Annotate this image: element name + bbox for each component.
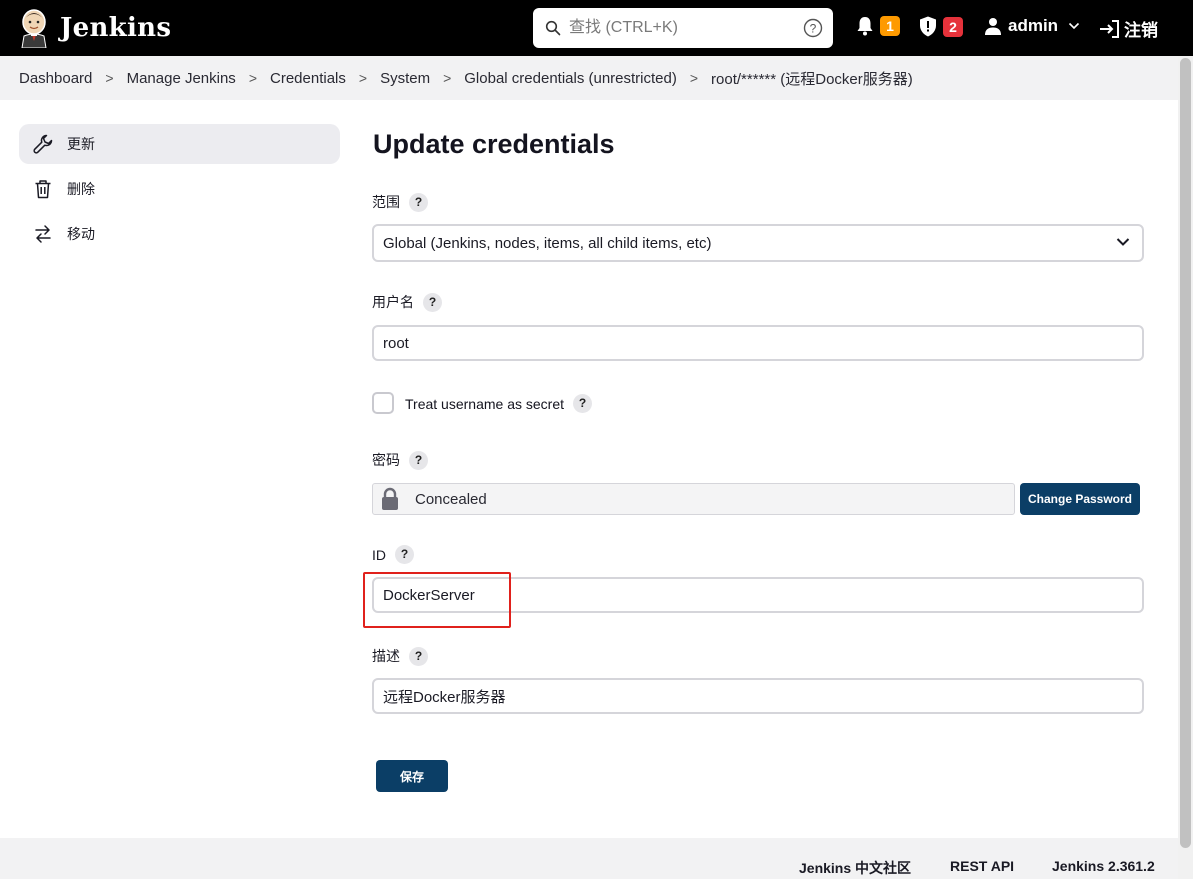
search-box[interactable]: ? xyxy=(533,8,833,48)
change-password-button[interactable]: Change Password xyxy=(1020,483,1140,515)
footer-link-rest-api[interactable]: REST API xyxy=(950,858,1014,874)
security-button[interactable]: 2 xyxy=(919,16,963,37)
top-header: Jenkins ? 1 2 admin xyxy=(0,0,1193,56)
help-icon[interactable]: ? xyxy=(409,192,428,212)
logout-button[interactable]: 注销 xyxy=(1098,16,1158,41)
description-field[interactable] xyxy=(372,678,1144,714)
help-icon[interactable]: ? xyxy=(423,292,442,312)
search-icon xyxy=(545,20,561,36)
help-icon[interactable]: ? xyxy=(395,545,414,564)
jenkins-butler-icon xyxy=(21,9,47,48)
breadcrumb: Dashboard > Manage Jenkins > Credentials… xyxy=(0,56,1178,100)
sidebar-item-label: 更新 xyxy=(67,136,95,152)
username-field[interactable] xyxy=(372,325,1144,361)
svg-text:?: ? xyxy=(810,22,817,36)
sidebar-item-label: 删除 xyxy=(67,181,95,197)
chevron-right-icon: > xyxy=(105,70,114,86)
password-label-text: 密码 xyxy=(372,452,400,468)
user-menu[interactable]: admin xyxy=(984,16,1080,36)
username-label-text: 用户名 xyxy=(372,294,414,310)
sidebar-item-label: 移动 xyxy=(67,226,95,242)
breadcrumb-dashboard[interactable]: Dashboard xyxy=(19,70,92,87)
user-name: admin xyxy=(1008,16,1059,35)
help-icon[interactable]: ? xyxy=(409,646,428,666)
user-icon xyxy=(985,18,1001,35)
lock-icon xyxy=(382,487,398,510)
footer-link-version[interactable]: Jenkins 2.361.2 xyxy=(1052,858,1155,874)
chevron-down-icon xyxy=(1116,238,1130,246)
scope-label-text: 范围 xyxy=(372,194,400,210)
breadcrumb-global-credentials[interactable]: Global credentials (unrestricted) xyxy=(464,70,677,87)
password-label: 密码 ? xyxy=(372,450,428,470)
username-label: 用户名 ? xyxy=(372,292,442,312)
sidebar-item-update[interactable]: 更新 xyxy=(19,124,340,164)
scope-select[interactable]: Global (Jenkins, nodes, items, all child… xyxy=(372,224,1144,262)
scope-label: 范围 ? xyxy=(372,192,428,212)
scope-selected-value: Global (Jenkins, nodes, items, all child… xyxy=(383,234,712,252)
help-icon[interactable]: ? xyxy=(409,450,428,470)
chevron-down-icon xyxy=(1068,22,1080,30)
id-label: ID ? xyxy=(372,545,414,564)
jenkins-logo[interactable]: Jenkins xyxy=(18,8,171,48)
chevron-right-icon: > xyxy=(689,70,699,86)
checkbox-label-text: Treat username as secret xyxy=(405,395,564,412)
swap-icon xyxy=(35,225,51,243)
search-input[interactable] xyxy=(569,8,789,48)
app-name: Jenkins xyxy=(60,13,172,43)
breadcrumb-credentials[interactable]: Credentials xyxy=(270,70,346,87)
logout-label: 注销 xyxy=(1124,21,1158,40)
trash-icon xyxy=(35,180,51,199)
notifications-badge: 1 xyxy=(880,16,900,36)
notifications-button[interactable]: 1 xyxy=(856,16,900,36)
chevron-right-icon: > xyxy=(248,70,257,86)
treat-username-secret-label: Treat username as secret ? xyxy=(405,394,592,413)
treat-username-secret-checkbox[interactable] xyxy=(372,392,394,414)
breadcrumb-system[interactable]: System xyxy=(380,70,430,87)
wrench-icon xyxy=(33,134,53,154)
page-title: Update credentials xyxy=(373,129,615,159)
sidebar-item-delete[interactable]: 删除 xyxy=(19,169,340,209)
password-concealed-field: Concealed xyxy=(372,483,1015,515)
chevron-right-icon: > xyxy=(443,70,452,86)
security-badge: 2 xyxy=(943,16,963,37)
description-label: 描述 ? xyxy=(372,646,428,666)
help-icon[interactable]: ? xyxy=(573,394,592,413)
sidebar-item-move[interactable]: 移动 xyxy=(19,214,340,254)
breadcrumb-manage-jenkins[interactable]: Manage Jenkins xyxy=(127,70,236,87)
bell-icon xyxy=(857,17,873,36)
scrollbar-thumb[interactable] xyxy=(1180,58,1191,848)
save-button[interactable]: 保存 xyxy=(376,760,448,792)
id-field[interactable] xyxy=(372,577,1144,613)
breadcrumb-current-credential[interactable]: root/****** (远程Docker服务器) xyxy=(711,68,913,89)
chevron-right-icon: > xyxy=(358,70,368,86)
description-label-text: 描述 xyxy=(372,648,400,664)
search-help-icon[interactable]: ? xyxy=(803,18,823,38)
shield-icon xyxy=(920,16,936,37)
password-state: Concealed xyxy=(415,490,487,508)
logout-icon xyxy=(1100,19,1119,38)
footer-link-community[interactable]: Jenkins 中文社区 xyxy=(799,858,911,878)
id-label-text: ID xyxy=(372,546,386,563)
